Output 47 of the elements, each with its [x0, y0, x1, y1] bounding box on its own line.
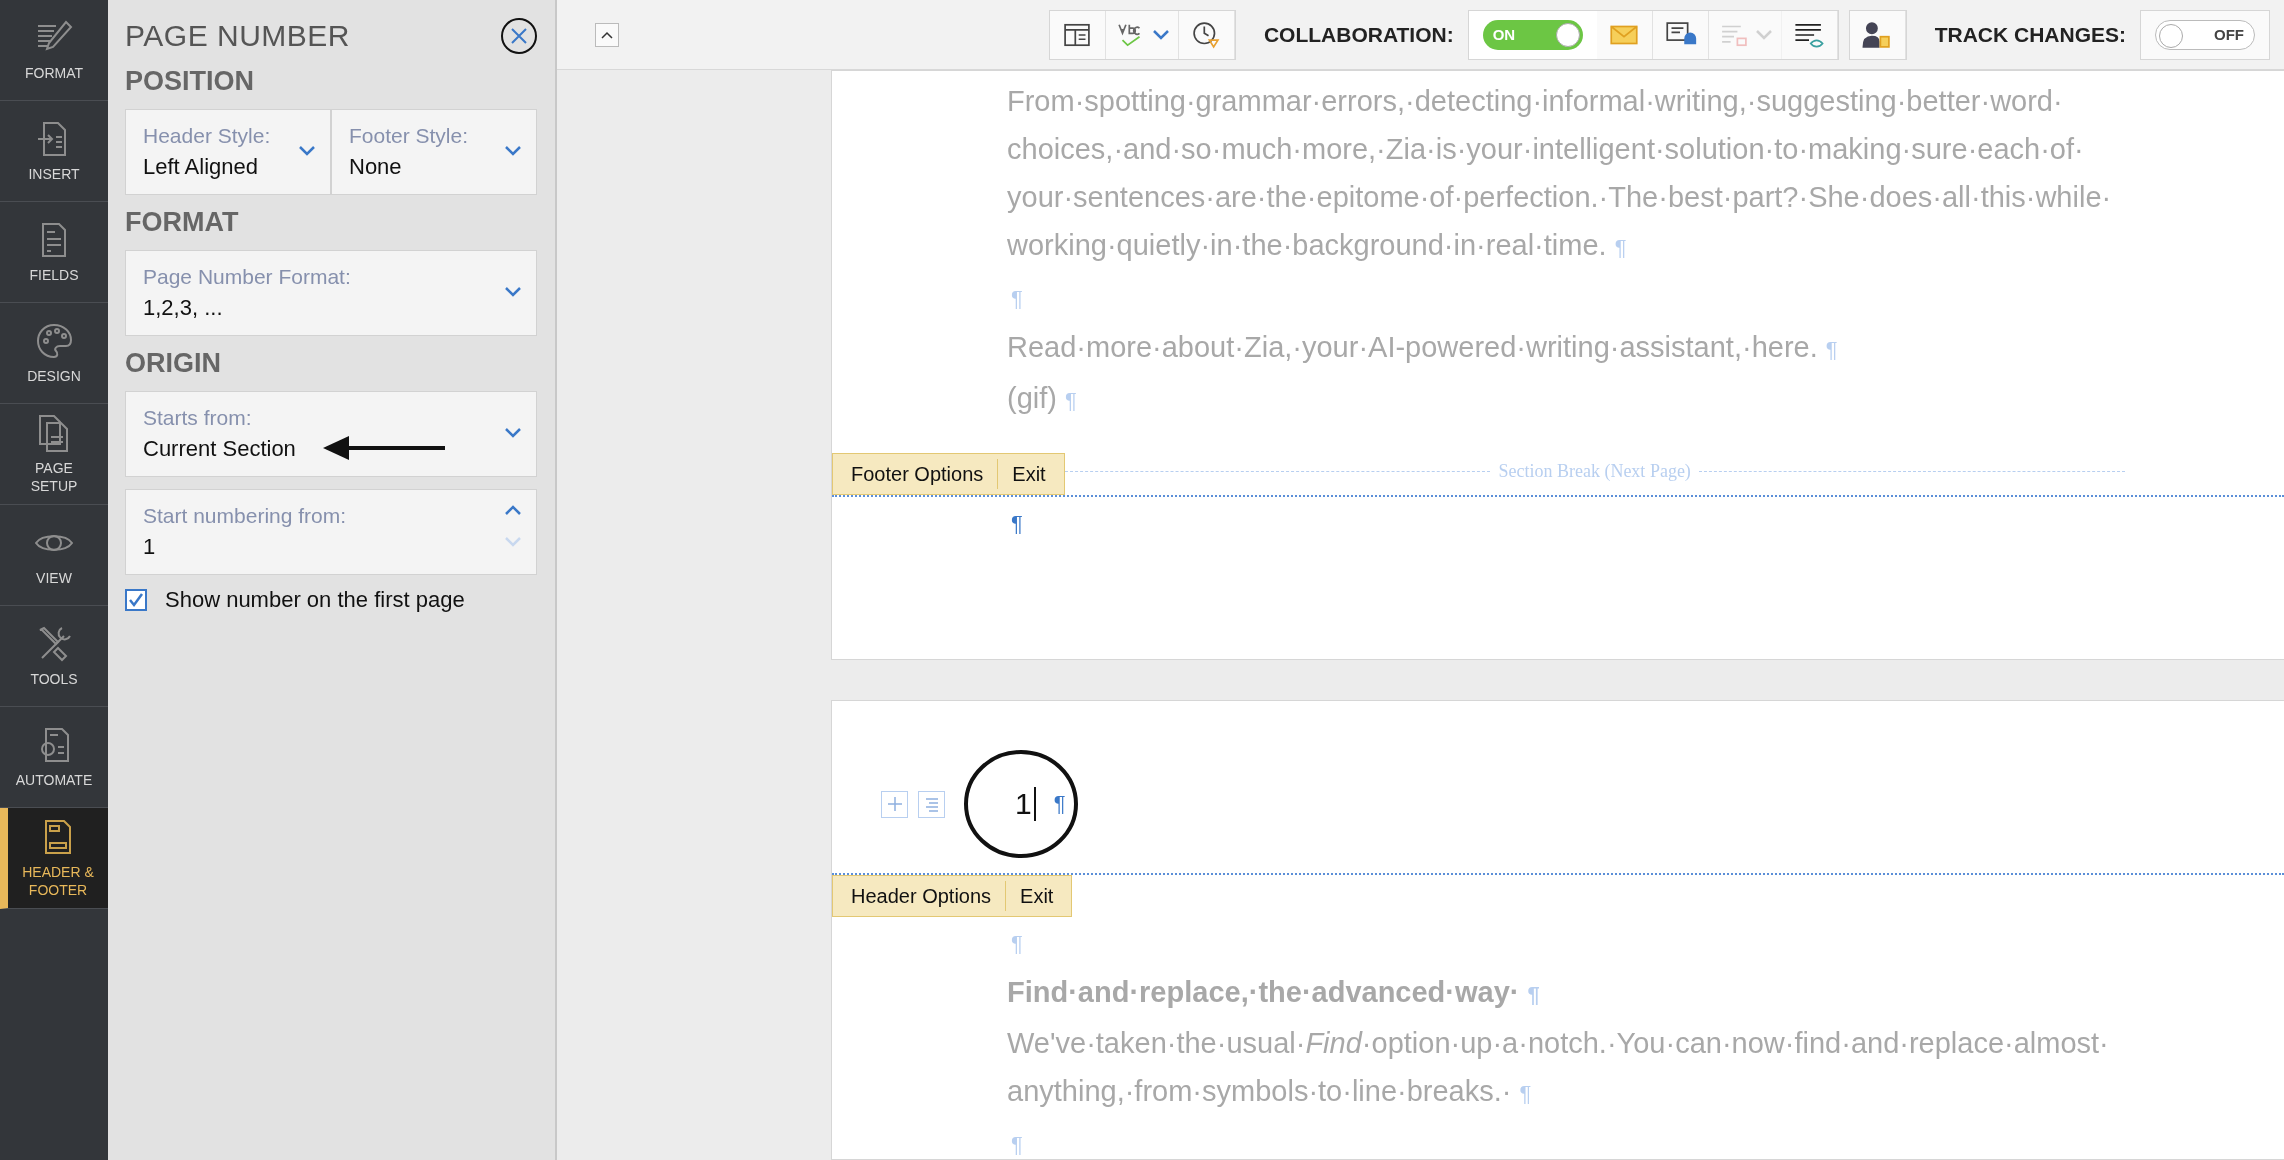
- paragraph-mark: ¶: [1053, 791, 1066, 817]
- dropdown[interactable]: Page Number Format: 1,2,3, ...: [125, 250, 537, 336]
- exit-button[interactable]: Exit: [997, 459, 1060, 489]
- palette-icon: [34, 321, 74, 361]
- caret-up-icon: [601, 30, 613, 39]
- close-icon: [509, 26, 529, 46]
- document-heading: Find·and·replace,·the·advanced·way· ¶: [1007, 975, 1541, 1010]
- caret-icon: [504, 427, 522, 439]
- caret-icon: [504, 286, 522, 298]
- dropdown[interactable]: Header Style: Left Aligned: [125, 109, 331, 195]
- paragraph-mark: ¶: [1011, 1132, 1023, 1157]
- toolbar-button[interactable]: [1849, 10, 1906, 59]
- section-break-label: Section Break (Next Page): [1498, 461, 1691, 482]
- section-heading: ORIGIN: [125, 348, 222, 379]
- paragraph-mark: ¶: [1011, 286, 1023, 311]
- panel-title: PAGE NUMBER: [125, 19, 350, 53]
- caret-icon: [504, 145, 522, 157]
- collaboration-label: COLLABORATION:: [1263, 22, 1454, 47]
- toolbar-button[interactable]: [1049, 10, 1106, 59]
- page-number: 1: [1015, 787, 1036, 821]
- toolbar-button[interactable]: [1781, 10, 1838, 59]
- section-heading: FORMAT: [125, 207, 240, 238]
- document-paragraph: We've·taken·the·usual·Find·option·up·a·notch.·You·can·now·find·and·replace·almost·anything,·from·symbols·to·line·breaks.· ¶: [1007, 1026, 2110, 1109]
- toolbar-button[interactable]: [1652, 10, 1709, 59]
- dropdown[interactable]: Footer Style: None: [331, 109, 537, 195]
- checkbox-label: Show number on the first page: [165, 587, 465, 613]
- toolbar-button[interactable]: [1178, 10, 1235, 59]
- caret-icon: [1754, 28, 1773, 41]
- track-changes-label: TRACK CHANGES:: [1934, 22, 2126, 47]
- header-options-button[interactable]: Header Options: [837, 881, 1006, 911]
- caret-icon: [1151, 28, 1170, 41]
- document-paragraph: Read·more·about·Zia,·your·AI-powered·writing·assistant,·here. ¶: [1007, 330, 1839, 365]
- dropdown[interactable]: Starts from: Current Section: [125, 391, 537, 477]
- exit-button[interactable]: Exit: [1005, 881, 1068, 911]
- caret-icon: [298, 145, 316, 157]
- section-heading: POSITION: [125, 66, 255, 97]
- checkbox[interactable]: [125, 589, 147, 611]
- document-paragraph: From·spotting·grammar·errors,·detecting·informal·writing,·suggesting·better·word·choices,·and·so·much·more,·Zia·is·your·intelligent·solution·to·making·sure·each·of·your·sentences·are·the·epitome·of·perfection.·The·best·part?·She·does·all·this·while·working·quietly·in·the·background·in·real·time. ¶: [1007, 84, 2113, 263]
- sidebar-item[interactable]: HEADER & FOOTER: [0, 808, 108, 909]
- document-paragraph: (gif) ¶: [1007, 381, 1078, 416]
- footer-options-button[interactable]: Footer Options: [837, 459, 998, 489]
- number-field[interactable]: Start numbering from: 1: [125, 489, 537, 575]
- paragraph-mark: ¶: [1011, 511, 1023, 536]
- close-button[interactable]: [501, 18, 537, 54]
- paragraph-mark: ¶: [1011, 931, 1023, 956]
- track-changes-toggle[interactable]: OFF: [2155, 19, 2255, 50]
- collapse-button[interactable]: [595, 22, 619, 47]
